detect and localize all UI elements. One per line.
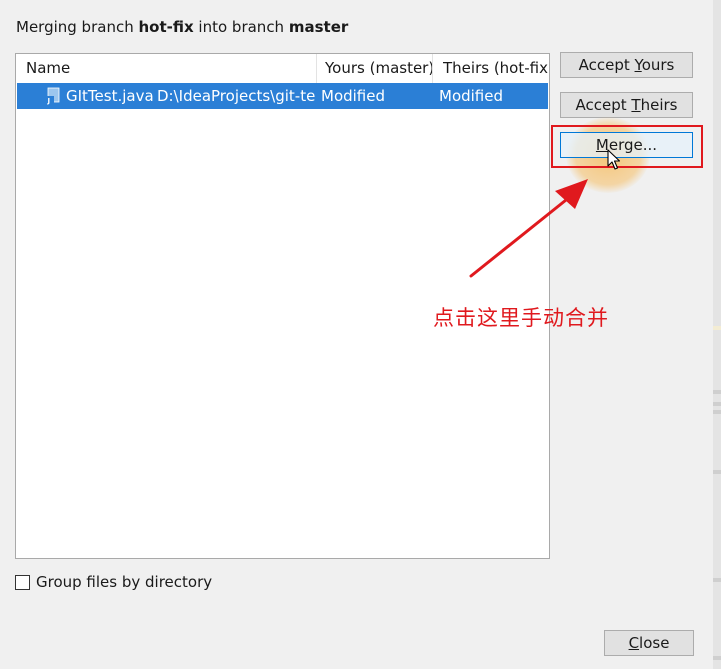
background-window-edge	[713, 0, 721, 669]
annotation-text: 点击这里手动合并	[433, 306, 609, 330]
merge-dialog: Merging branch hot-fix into branch maste…	[0, 0, 713, 669]
group-by-directory-checkbox[interactable]	[15, 575, 30, 590]
close-button[interactable]: Close	[604, 630, 694, 656]
group-by-directory-label[interactable]: Group files by directory	[36, 573, 212, 591]
annotation-arrow	[469, 179, 588, 278]
